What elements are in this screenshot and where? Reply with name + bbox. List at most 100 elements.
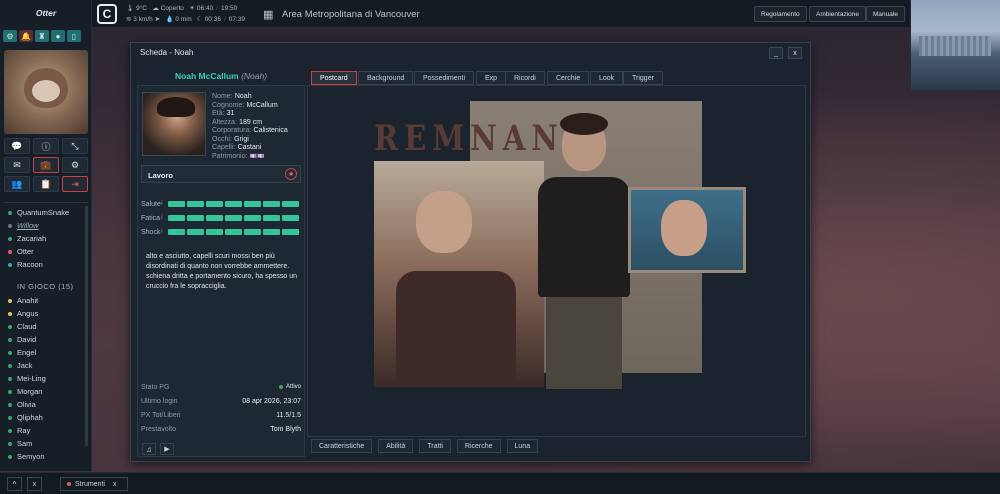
user-item[interactable]: Olivia <box>0 398 88 411</box>
user-item[interactable]: Qliphah <box>0 411 88 424</box>
user-item[interactable]: Claud <box>0 320 88 333</box>
tab-possedimenti[interactable]: Possedimenti <box>414 71 475 85</box>
tab-background[interactable]: Background <box>358 71 414 85</box>
shock-bar-segment <box>168 229 185 235</box>
tab-postcard[interactable]: Postcard <box>311 71 357 85</box>
shock-bar <box>168 229 301 235</box>
regolamento-button[interactable]: Regolamento <box>754 6 807 22</box>
tab-cerchie[interactable]: Cerchie <box>547 71 590 85</box>
postcard-center-legs <box>546 297 622 389</box>
info-label: Prestavolto <box>141 425 177 433</box>
fatigue-bar-segment <box>168 215 185 221</box>
stat-info-icon[interactable]: i <box>161 215 168 221</box>
user-item[interactable]: Semyon <box>0 450 88 463</box>
tab-tratti[interactable]: Tratti <box>419 439 451 453</box>
user-item[interactable]: Engel <box>0 346 88 359</box>
online-user-list: QuantumSnake Willow Zacariah Otter Racoo… <box>0 206 88 271</box>
mail-button[interactable]: ✉ <box>4 157 30 173</box>
moon-icon: ☾ <box>197 16 203 23</box>
tab-abilita[interactable]: Abilità <box>378 439 414 453</box>
health-bar-segment <box>206 201 223 207</box>
minimize-arrows-button[interactable]: ⤡ <box>62 138 88 154</box>
user-item[interactable]: Willow <box>0 219 88 232</box>
tab-luna[interactable]: Luna <box>506 439 539 453</box>
job-badge-icon[interactable]: ★ <box>285 168 297 180</box>
stat-info-icon[interactable]: i <box>161 201 168 207</box>
app-logo-icon[interactable]: C <box>97 4 117 24</box>
tab-exp[interactable]: Exp <box>476 71 507 85</box>
thermometer-icon: 🌡 <box>126 5 135 12</box>
taskbar-item-strumenti[interactable]: Strumenti x <box>60 477 128 491</box>
tab-ricerche[interactable]: Ricerche <box>456 439 501 453</box>
top-bar: C 🌡 9°C ☁ Coperto ☀ 06:40/19:50 ≋ 3 km/h… <box>92 0 910 28</box>
tab-ricordi[interactable]: Ricordi <box>505 71 545 85</box>
shock-bar-segment <box>244 229 261 235</box>
manuale-button[interactable]: Manuale <box>866 6 905 22</box>
moonset-time: 07:39 <box>228 16 246 23</box>
health-bar-segment <box>225 201 242 207</box>
location-label: Area Metropolitana di Vancouver <box>282 9 420 20</box>
ambientazione-button[interactable]: Ambientazione <box>809 6 866 22</box>
field-row: Nome: Noah <box>212 93 252 100</box>
user-item[interactable]: Mei-Ling <box>0 372 88 385</box>
bell-icon[interactable]: ♜ <box>35 30 49 42</box>
avatar-otter-face <box>32 80 60 102</box>
user-item[interactable]: Angus <box>0 307 88 320</box>
taskbar-up-button[interactable]: ^ <box>7 477 22 491</box>
taskbar-item-close[interactable]: x <box>113 481 117 488</box>
user-item[interactable]: Jack <box>0 359 88 372</box>
user-item[interactable]: Morgan <box>0 385 88 398</box>
play-icon[interactable]: ▶ <box>160 443 174 455</box>
stat-row-fatigue: Fatica i <box>141 211 301 225</box>
postcard-center-body <box>538 177 630 297</box>
user-item[interactable]: Racoon <box>0 258 88 271</box>
weather-row-1: 🌡 9°C ☁ Coperto ☀ 06:40/19:50 <box>126 5 238 12</box>
character-info-table: Stato PG Attivo Ultimo login 08 apr 2026… <box>141 380 301 436</box>
user-item[interactable]: Sam <box>0 437 88 450</box>
phone-icon[interactable]: ▯ <box>67 30 81 42</box>
record-dot-icon <box>67 482 71 486</box>
taskbar-close-button[interactable]: x <box>27 477 42 491</box>
window-minimize-button[interactable]: _ <box>769 47 783 59</box>
user-icon[interactable]: ● <box>51 30 65 42</box>
user-item[interactable]: Otter <box>0 245 88 258</box>
avatar[interactable] <box>4 50 88 134</box>
user-item[interactable]: David <box>0 333 88 346</box>
tab-caratteristiche[interactable]: Caratteristiche <box>311 439 373 453</box>
user-item[interactable]: Zacariah <box>0 232 88 245</box>
music-note-icon[interactable]: ♫ <box>142 443 156 455</box>
sidebar-scrollbar[interactable] <box>85 206 88 446</box>
window-close-button[interactable]: x <box>788 47 802 59</box>
character-nick: (Noah) <box>241 71 268 81</box>
tab-trigger[interactable]: Trigger <box>623 71 663 85</box>
field-row: Cognome: McCallum <box>212 101 278 109</box>
stat-row-health: Salute i <box>141 197 301 211</box>
user-item[interactable]: Anahit <box>0 294 88 307</box>
users-button[interactable]: 👥 <box>4 176 30 192</box>
job-box[interactable]: Lavoro ★ <box>141 165 301 183</box>
clipboard-button[interactable]: 📋 <box>33 176 59 192</box>
character-fields: Nome: Noah Cognome: McCallum Età: 31 Alt… <box>212 91 304 160</box>
gear-button[interactable]: ⚙ <box>62 157 88 173</box>
logout-button[interactable]: ⇥ <box>62 176 88 192</box>
alert-icon[interactable]: 🔔 <box>19 30 33 42</box>
field-row: Età: 31 <box>212 110 235 117</box>
user-item[interactable]: Ray <box>0 424 88 437</box>
city-thumbnail[interactable] <box>911 0 1000 90</box>
chat-button[interactable]: 💬 <box>4 138 30 154</box>
calendar-icon[interactable]: ▦ <box>263 8 273 21</box>
tab-look[interactable]: Look <box>590 71 624 85</box>
cloud-icon: ☁ <box>152 5 159 12</box>
settings-icon[interactable]: ⚙ <box>3 30 17 42</box>
temperature: 9°C <box>136 5 147 12</box>
stat-info-icon[interactable]: i <box>161 229 168 235</box>
postcard-image[interactable]: REMNANT <box>374 101 746 389</box>
fatigue-bar-segment <box>206 215 223 221</box>
character-name: Noah McCallum <box>174 71 239 81</box>
info-button[interactable]: ⓘ <box>33 138 59 154</box>
character-portrait[interactable] <box>142 92 206 156</box>
briefcase-button[interactable]: 💼 <box>33 157 59 173</box>
info-value: 08 apr 2026, 23:07 <box>242 397 301 405</box>
sidebar-action-grid: 💬 ⓘ ⤡ ✉ 💼 ⚙ 👥 📋 ⇥ <box>4 138 90 192</box>
user-item[interactable]: QuantumSnake <box>0 206 88 219</box>
